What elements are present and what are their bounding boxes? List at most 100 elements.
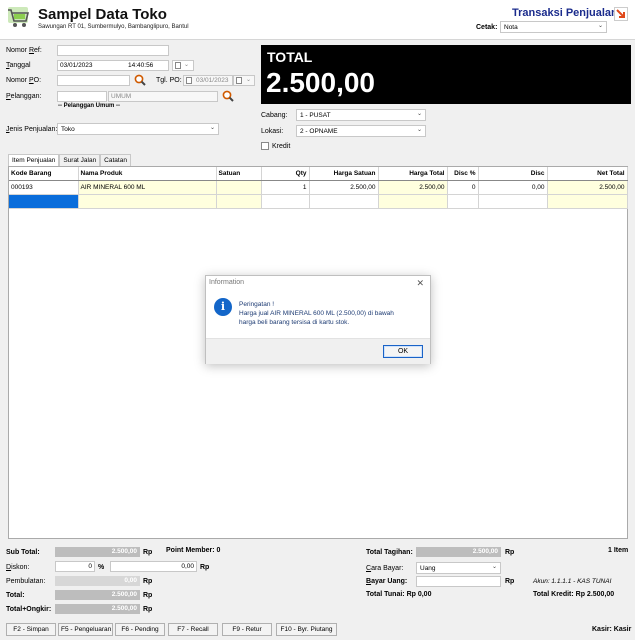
- location-select[interactable]: 2 - OPNAME ⌄: [296, 125, 426, 137]
- pay-method-select[interactable]: Uang ⌄: [416, 562, 501, 574]
- cell-code[interactable]: 000193: [9, 180, 79, 195]
- cell-price[interactable]: 2.500,00: [309, 180, 379, 195]
- pay-amount-input[interactable]: [416, 576, 501, 587]
- po-date-label: Tgl. PO:: [156, 77, 182, 84]
- cell-name[interactable]: [78, 194, 217, 209]
- percent-sign: %: [98, 564, 105, 571]
- dialog-line-2: Harga jual AIR MINERAL 600 ML (2.500,00)…: [239, 310, 394, 317]
- rounding-currency: Rp: [143, 578, 153, 585]
- discount-currency: Rp: [200, 564, 210, 571]
- column-header[interactable]: Net Total: [547, 167, 628, 181]
- total-shipping-currency: Rp: [143, 606, 153, 613]
- po-input[interactable]: [57, 75, 130, 86]
- cell-net[interactable]: [547, 194, 628, 209]
- tab-bar: Item Penjualan Surat Jalan Catatan: [8, 154, 131, 166]
- expense-button[interactable]: F5 - Pengeluaran: [58, 623, 113, 636]
- date-checkbox[interactable]: [175, 62, 181, 69]
- tab-surat-jalan[interactable]: Surat Jalan: [59, 154, 101, 166]
- info-icon: i: [214, 298, 232, 316]
- print-select[interactable]: Nota ⌄: [500, 21, 607, 33]
- ref-input[interactable]: [57, 45, 169, 56]
- branch-label: Cabang:: [261, 112, 288, 119]
- tab-item-penjualan[interactable]: Item Penjualan: [8, 154, 60, 166]
- sale-type-label: Jenis Penjualan:: [6, 126, 58, 133]
- credit-total: Total Kredit: Rp 2.500,00: [533, 591, 615, 598]
- date-picker-button[interactable]: ⌄: [172, 60, 194, 71]
- cell-net[interactable]: 2.500,00: [547, 180, 628, 195]
- table-row[interactable]: 000193 AIR MINERAL 600 ML 1 2.500,00 2.5…: [9, 180, 628, 195]
- cell-disc-pct[interactable]: 0: [447, 180, 479, 195]
- return-button[interactable]: F9 - Retur: [222, 623, 272, 636]
- column-header[interactable]: Qty: [261, 167, 310, 181]
- pay-receivable-button[interactable]: F10 - Byr. Piutang: [276, 623, 337, 636]
- total-currency: Rp: [143, 592, 153, 599]
- dialog-footer: OK: [206, 338, 430, 364]
- discount-value-input[interactable]: 0,00: [110, 561, 197, 572]
- column-header[interactable]: Kode Barang: [9, 167, 79, 181]
- print-label: Cetak:: [476, 24, 498, 31]
- total-display-value: 2.500,00: [266, 67, 375, 98]
- cell-total[interactable]: [378, 194, 448, 209]
- cell-unit[interactable]: [216, 194, 262, 209]
- cell-disc[interactable]: 0,00: [478, 180, 548, 195]
- sale-type-select[interactable]: Toko ⌄: [57, 123, 219, 135]
- print-select-value: Nota: [504, 24, 518, 31]
- rounding-value: 0,00: [55, 576, 140, 586]
- cell-unit[interactable]: [216, 180, 262, 195]
- subtotal-label: Sub Total:: [6, 549, 40, 556]
- dialog-line-1: Peringatan !: [239, 301, 275, 308]
- date-input[interactable]: 03/01/2023 14:40:56: [57, 60, 169, 71]
- transaction-title: Transaksi Penjualan: [512, 7, 618, 19]
- po-date-checkbox[interactable]: [186, 77, 192, 84]
- column-header[interactable]: Satuan: [216, 167, 262, 181]
- tab-catatan[interactable]: Catatan: [100, 154, 131, 166]
- credit-checkbox[interactable]: [261, 142, 269, 150]
- subtotal-currency: Rp: [143, 549, 153, 556]
- cell-disc[interactable]: [478, 194, 548, 209]
- cash-total: Total Tunai: Rp 0,00: [366, 591, 432, 598]
- branch-select[interactable]: 1 - PUSAT ⌄: [296, 109, 426, 121]
- recall-button[interactable]: F7 - Recall: [168, 623, 218, 636]
- exit-arrow-icon[interactable]: [614, 7, 628, 21]
- account-text: Akun: 1.1.1.1 - KAS TUNAI: [533, 578, 612, 585]
- save-button[interactable]: F2 - Simpan: [6, 623, 56, 636]
- column-header[interactable]: Harga Total: [378, 167, 448, 181]
- bill-currency: Rp: [505, 549, 515, 556]
- po-date-dropdown-checkbox[interactable]: [236, 77, 242, 84]
- pay-method-value: Uang: [420, 565, 436, 572]
- chevron-down-icon: ⌄: [209, 125, 215, 131]
- close-icon[interactable]: ✕: [416, 278, 424, 289]
- branch-value: 1 - PUSAT: [300, 112, 331, 119]
- customer-code-input[interactable]: [57, 91, 107, 102]
- po-search-icon[interactable]: [133, 74, 147, 87]
- total-shipping-label: Total+Ongkir:: [6, 606, 52, 613]
- table-row-new[interactable]: [9, 194, 628, 209]
- column-header[interactable]: Disc %: [447, 167, 479, 181]
- po-date-dropdown[interactable]: ⌄: [233, 75, 255, 86]
- cell-qty[interactable]: [261, 194, 310, 209]
- chevron-down-icon: ⌄: [416, 111, 422, 117]
- ref-label: Nomor Ref:: [6, 47, 42, 54]
- cell-name[interactable]: AIR MINERAL 600 ML: [78, 180, 217, 195]
- po-date-input[interactable]: 03/01/2023: [183, 75, 233, 86]
- cell-code-selected[interactable]: [9, 194, 79, 209]
- subtotal-value: 2.500,00: [55, 547, 140, 557]
- cell-qty[interactable]: 1: [261, 180, 310, 195]
- total-display: TOTAL 2.500,00: [261, 45, 631, 104]
- discount-pct-input[interactable]: 0: [55, 561, 95, 572]
- cell-price[interactable]: [309, 194, 379, 209]
- column-header[interactable]: Harga Satuan: [309, 167, 379, 181]
- customer-type-input[interactable]: UMUM: [108, 91, 218, 102]
- column-header[interactable]: Disc: [478, 167, 548, 181]
- po-label: Nomor PO:: [6, 77, 42, 84]
- cashier-label: Kasir: Kasir: [592, 626, 632, 633]
- calendar-dropdown-icon: ⌄: [184, 62, 190, 68]
- cell-disc-pct[interactable]: [447, 194, 479, 209]
- grid-header-row: Kode Barang Nama Produk Satuan Qty Harga…: [9, 167, 628, 181]
- ok-button[interactable]: OK: [383, 345, 423, 358]
- column-header[interactable]: Nama Produk: [78, 167, 217, 181]
- cell-total[interactable]: 2.500,00: [378, 180, 448, 195]
- chevron-down-icon: ⌄: [246, 77, 252, 83]
- customer-search-icon[interactable]: [221, 90, 235, 103]
- pending-button[interactable]: F6 - Pending: [115, 623, 165, 636]
